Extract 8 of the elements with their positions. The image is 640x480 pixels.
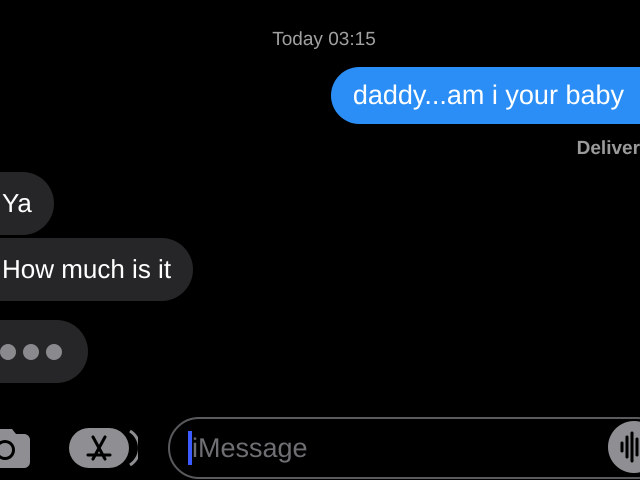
received-message-bubble: Ya: [0, 172, 54, 235]
received-message-bubble: How much is it: [0, 238, 194, 301]
text-cursor: [188, 431, 192, 465]
sent-message-bubble: daddy...am i your baby: [330, 66, 640, 124]
timestamp: Today 03:15: [272, 28, 376, 52]
delivery-status: Deliver: [576, 136, 640, 160]
app-store-button[interactable]: [68, 425, 138, 471]
message-field[interactable]: iMessage: [168, 417, 640, 479]
